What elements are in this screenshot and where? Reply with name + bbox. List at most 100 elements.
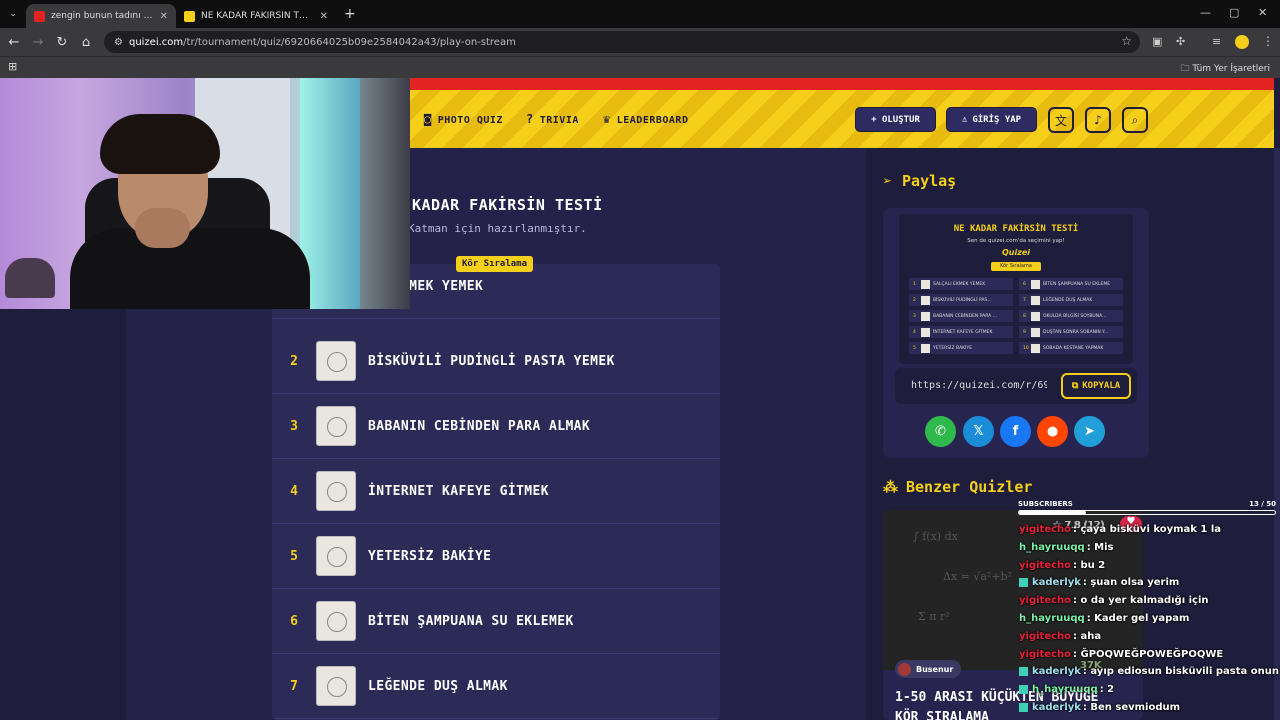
tab-list-chevron-icon[interactable]: ⌄ [0,9,26,19]
preview-thumb [1031,311,1040,321]
profile-avatar[interactable] [1235,35,1249,49]
item-thumbnail [316,471,356,511]
x-share-icon[interactable]: 𝕏 [963,416,994,447]
site-header: ◙ PHOTO QUIZ ? TRIVIA ♛ LEADERBOARD + OLUŞT… [410,90,1274,148]
preview-item-text: YETERSİZ BAKİYE [933,345,973,351]
site-info-icon[interactable]: ⚙ [114,37,123,48]
chat-message: yigitecho: ĞPOQWEĞPOWEĞPOQWE [1019,649,1223,666]
chat-text: : ayıp ediosun bisküvili pasta onun adi [1082,666,1280,678]
chat-username[interactable]: kaderlyk [1032,702,1081,713]
list-item[interactable]: 5 YETERSİZ BAKİYE [272,524,720,589]
forward-icon[interactable]: → [26,35,50,50]
close-tab-icon[interactable]: ✕ [320,11,328,22]
preview-item-num: 6 [1023,281,1026,287]
chat-username[interactable]: kaderlyk [1032,577,1081,588]
close-tab-icon[interactable]: ✕ [160,11,168,22]
browser-tab-quiz[interactable]: NE KADAR FAKİRSİN TESTİ - Te ✕ [176,4,336,28]
reading-list-icon[interactable]: ≡ [1212,35,1221,48]
tab-title: zengin bunun tadını bilmez ki c [51,11,154,21]
bookmark-star-icon[interactable]: ☆ [1121,34,1132,48]
share-link-field[interactable]: https://quizei.com/r/692 ⧉ KOPYALA [895,368,1137,404]
chat-text: : Kader gel yapam [1086,613,1190,624]
subscriber-goal-fill [1019,511,1086,514]
item-thumbnail [316,536,356,576]
extension-icon[interactable]: ▣ [1152,35,1162,48]
nav-photo-quiz[interactable]: ◙ PHOTO QUIZ [424,112,503,126]
browser-tab-active[interactable]: zengin bunun tadını bilmez ki c ✕ [26,4,176,28]
preview-badge: Kör Sıralama [991,262,1041,271]
login-button[interactable]: ♙ GİRİŞ YAP [946,107,1037,132]
facebook-share-icon[interactable]: f [1000,416,1031,447]
nav-leaderboard[interactable]: ♛ LEADERBOARD [603,112,688,126]
preview-item: 6 BİTEN ŞAMPUANA SU EKLEME [1019,278,1123,290]
rank-number: 2 [290,353,298,369]
item-text: İNTERNET KAFEYE GİTMEK [368,483,549,499]
list-item[interactable]: 6 BİTEN ŞAMPUANA SU EKLEMEK [272,589,720,654]
back-icon[interactable]: ← [2,35,26,50]
search-icon[interactable]: ⌕ [1122,107,1148,133]
list-item[interactable]: 2 BİSKÜVİLİ PUDİNGLİ PASTA YEMEK [272,329,720,394]
maximize-icon[interactable]: ▢ [1229,6,1239,19]
webcam-person-hand [135,208,190,248]
author-chip[interactable]: Busenur [895,660,962,678]
language-icon[interactable]: 文 [1048,107,1074,133]
preview-item-num: 5 [913,345,916,351]
header-red-strip [410,78,1274,90]
chat-message: yigitecho: o da yer kalmadığı için [1019,595,1209,612]
chat-username[interactable]: yigitecho [1019,649,1071,660]
similar-quizzes-heading: ⁂ Benzer Quizler [883,478,1032,496]
reload-icon[interactable]: ↻ [50,35,74,50]
chat-username[interactable]: h_hayruuqq [1019,542,1085,553]
stream-chat-overlay: SUBSCRIBERS 13 / 50 ☆ 7.8 (12) ♥ yigitech… [1016,498,1280,720]
chat-text: : şuan olsa yerim [1082,577,1180,589]
chat-username[interactable]: h_hayruuqq [1019,613,1085,624]
new-tab-button[interactable]: + [344,6,356,22]
telegram-share-icon[interactable]: ➤ [1074,416,1105,447]
preview-thumb [921,295,930,305]
bookmarks-bar: ⊞ 🗀 Tüm Yer İşaretleri [0,56,1280,78]
apps-grid-icon[interactable]: ⊞ [8,60,17,73]
preview-item-num: 7 [1023,297,1026,303]
subscriber-goal-count: 13 / 50 [1249,500,1276,508]
webcam-person [70,228,310,309]
copy-button[interactable]: ⧉ KOPYALA [1061,373,1131,399]
chat-username[interactable]: yigitecho [1019,560,1071,571]
viewer-count: 37K [1080,660,1102,671]
all-bookmarks-folder[interactable]: 🗀 Tüm Yer İşaretleri [1180,61,1270,77]
chat-username[interactable]: yigitecho [1019,631,1071,642]
item-thumbnail [316,406,356,446]
reddit-share-icon[interactable]: ● [1037,416,1068,447]
avatar [898,662,911,676]
item-text: BABANIN CEBİNDEN PARA ALMAK [368,418,591,434]
preview-item: 9 DUŞTAN SONRA SOBANIN Y... [1019,326,1123,338]
create-button[interactable]: + OLUŞTUR [855,107,936,132]
preview-item-text: BABANIN CEBİNDEN PARA ... [933,313,997,319]
rank-number: 7 [290,678,298,694]
list-item[interactable]: 7 LEĞENDE DUŞ ALMAK [272,654,720,719]
home-icon[interactable]: ⌂ [74,35,98,50]
preview-item: 2 BİSKÜVİLİ PUDİNGLİ PAS... [909,294,1013,306]
chalkboard-decoration: ∫ f(x) dx [913,530,958,543]
bell-icon[interactable]: ♪ [1085,107,1111,133]
chat-username[interactable]: kaderlyk [1032,666,1081,677]
webcam-lamp [5,258,55,298]
chat-username[interactable]: yigitecho [1019,595,1071,606]
youtube-favicon-icon [34,10,45,22]
list-item[interactable]: 4 İNTERNET KAFEYE GİTMEK [272,459,720,524]
list-item[interactable]: 3 BABANIN CEBİNDEN PARA ALMAK [272,394,720,459]
minimize-icon[interactable]: — [1200,6,1211,19]
close-window-icon[interactable]: ✕ [1258,6,1267,19]
item-text: BİSKÜVİLİ PUDİNGLİ PASTA YEMEK [368,353,615,369]
whatsapp-share-icon[interactable]: ✆ [925,416,956,447]
share-link-text: https://quizei.com/r/692 [911,380,1047,391]
nav-trivia[interactable]: ? TRIVIA [526,112,579,126]
chat-username[interactable]: yigitecho [1019,524,1071,535]
chat-username[interactable]: h_hayruuqq [1032,684,1098,695]
extensions-puzzle-icon[interactable]: ✣ [1176,35,1185,48]
address-bar[interactable]: ⚙ quizei.com /tr/tournament/quiz/6920664… [104,31,1140,53]
preview-logo: Quizei [1001,248,1031,257]
chat-message: kaderlyk: Ben sevmiodum [1019,702,1180,719]
chat-message: h_hayruuqq: Kader gel yapam [1019,613,1189,630]
browser-menu-icon[interactable]: ⋮ [1262,34,1274,48]
preview-item-num: 4 [913,329,916,335]
